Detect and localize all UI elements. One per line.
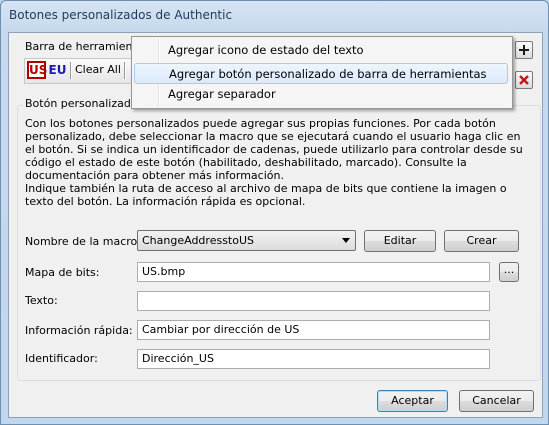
text-label: Texto: bbox=[25, 294, 58, 307]
identifier-input[interactable]: Dirección_US bbox=[137, 349, 490, 369]
menu-item-add-text-state-icon[interactable]: Agregar icono de estado del texto bbox=[134, 40, 508, 61]
macro-name-dropdown[interactable]: ChangeAddresstoUS bbox=[137, 230, 356, 251]
macro-name-label: Nombre de la macro: bbox=[25, 235, 141, 248]
add-toolbar-item-button[interactable] bbox=[515, 41, 533, 59]
toolbar-separator bbox=[70, 62, 72, 79]
identifier-label: Identificador: bbox=[25, 352, 98, 365]
create-macro-button[interactable]: Crear bbox=[444, 230, 519, 252]
red-x-icon bbox=[519, 75, 529, 85]
bitmap-label: Mapa de bits: bbox=[25, 266, 100, 279]
eu-toolbar-button[interactable]: EU bbox=[48, 61, 67, 79]
toolbar-preview: US EU Clear All bbox=[24, 58, 138, 84]
dialog-window: Botones personalizados de Authentic Barr… bbox=[0, 0, 549, 425]
edit-macro-button[interactable]: Editar bbox=[364, 230, 436, 252]
menu-item-add-custom-toolbar-button[interactable]: Agregar botón personalizado de barra de … bbox=[134, 63, 508, 84]
description-paragraph: Indique también la ruta de acceso al arc… bbox=[25, 182, 507, 208]
chevron-down-icon bbox=[342, 238, 350, 243]
button-text-input[interactable] bbox=[137, 291, 490, 311]
ok-button[interactable]: Aceptar bbox=[377, 390, 448, 412]
toolbar-separator bbox=[124, 62, 126, 79]
macro-name-value: ChangeAddresstoUS bbox=[142, 234, 254, 247]
add-item-context-menu: Agregar icono de estado del texto Agrega… bbox=[131, 36, 513, 109]
tooltip-label: Información rápida: bbox=[25, 324, 133, 337]
menu-item-add-separator[interactable]: Agregar separador bbox=[134, 84, 508, 105]
browse-bitmap-button[interactable]: ... bbox=[499, 262, 519, 282]
clear-all-toolbar-button[interactable]: Clear All bbox=[75, 63, 121, 76]
tooltip-input[interactable]: Cambiar por dirección de US bbox=[137, 320, 490, 340]
bitmap-path-input[interactable]: US.bmp bbox=[137, 262, 490, 282]
plus-icon bbox=[519, 45, 529, 55]
description-paragraph: Con los botones personalizados puede agr… bbox=[25, 117, 523, 182]
delete-toolbar-item-button[interactable] bbox=[515, 71, 533, 89]
custom-button-group-label: Botón personalizado bbox=[23, 97, 140, 110]
us-toolbar-button[interactable]: US bbox=[27, 61, 47, 79]
custom-button-description: Con los botones personalizados puede agr… bbox=[25, 117, 531, 208]
window-title: Botones personalizados de Authentic bbox=[9, 8, 233, 22]
cancel-button[interactable]: Cancelar bbox=[459, 390, 534, 412]
